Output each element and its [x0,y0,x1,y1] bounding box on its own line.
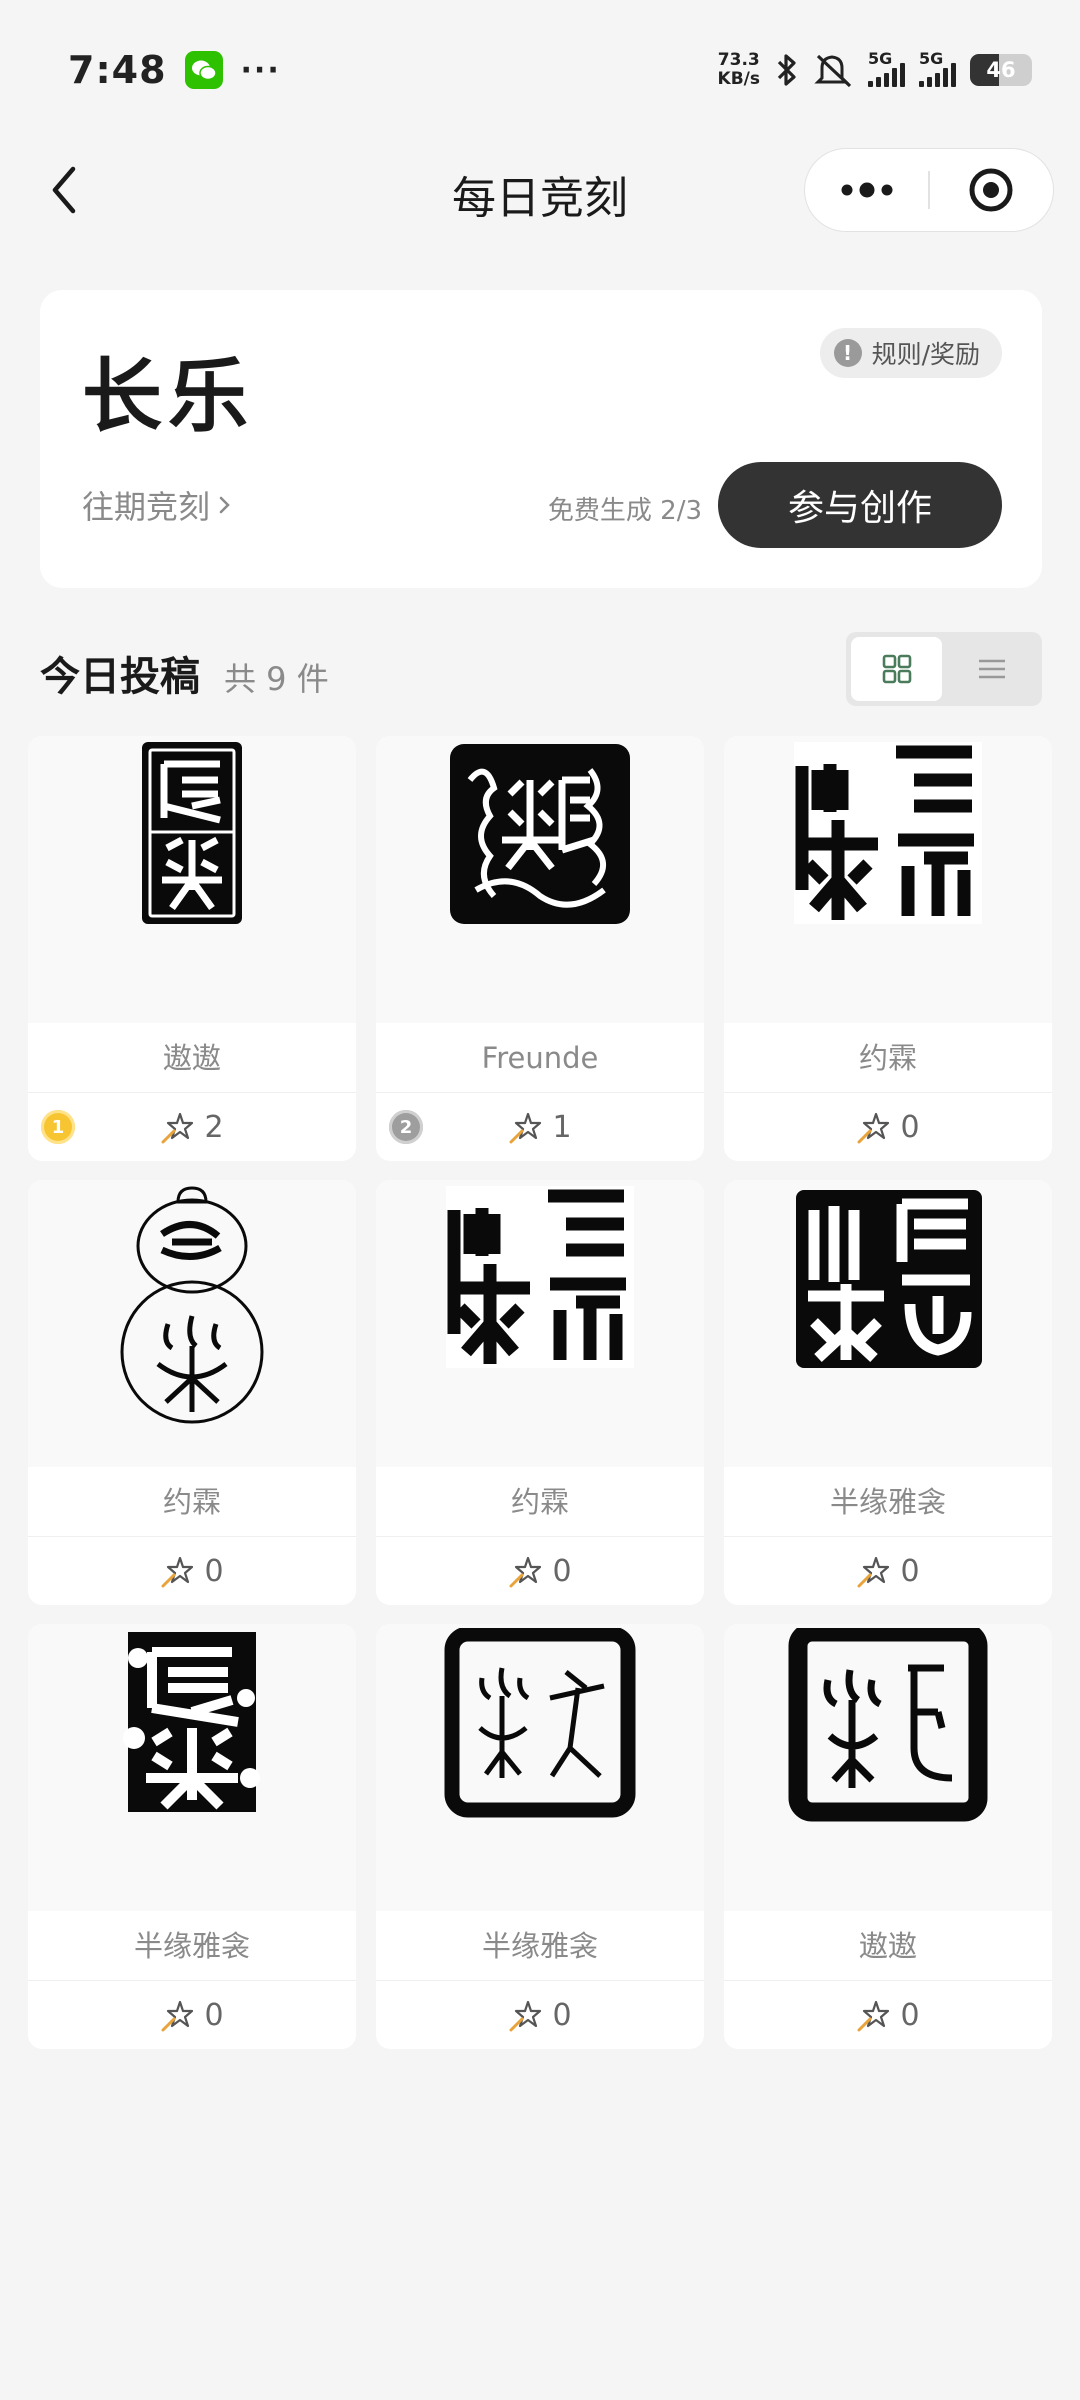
vote-button[interactable]: 0 [28,1982,356,2049]
target-icon [969,168,1013,212]
section-title: 今日投稿 [40,654,200,700]
author-name: 遨遨 [724,1911,1052,1981]
mute-icon [814,52,854,88]
more-dots-icon [841,182,893,198]
vote-count: 2 [204,1110,224,1145]
rules-rewards-button[interactable]: ! 规则/奖励 [819,328,1002,378]
more-notifications-icon: ··· [240,52,281,88]
status-bar: 7:48 ··· 73.3 KB/s 5G 5G 46 [0,0,1080,140]
carve-star-icon [857,2000,890,2031]
submission-card[interactable]: 遨遨 2 1 [28,736,356,1161]
info-icon: ! [833,339,862,367]
author-name: 遨遨 [28,1023,356,1093]
submission-card[interactable]: 约霖 0 [28,1180,356,1605]
battery-icon: 46 [970,54,1032,86]
view-mode-toggle [846,632,1042,706]
vote-count: 0 [204,1554,224,1589]
submission-card[interactable]: 约霖 0 [724,736,1052,1161]
carve-star-icon [509,1112,542,1143]
topic-title: 长乐 [82,350,254,443]
free-generation-count: 免费生成 2/3 [547,496,702,526]
seal-image[interactable] [724,1624,1052,1911]
signal-icon-sim1: 5G [868,49,905,87]
author-name: 约霖 [724,1023,1052,1093]
close-miniprogram-button[interactable] [930,148,1053,232]
author-name: 半缘雅衾 [724,1467,1052,1537]
participate-create-button[interactable]: 参与创作 [718,462,1002,548]
seal-image[interactable] [28,1180,356,1467]
vote-button[interactable]: 0 [724,1538,1052,1605]
chevron-right-icon [219,496,230,514]
carve-star-icon [509,1556,542,1587]
vote-button[interactable]: 0 [724,1982,1052,2049]
seal-image[interactable] [724,736,1052,1023]
vote-button[interactable]: 0 [376,1982,704,2049]
submission-card[interactable]: 约霖 0 [376,1180,704,1605]
vote-count: 0 [552,1554,572,1589]
past-contests-label: 往期竞刻 [82,488,211,526]
topic-card: 长乐 ! 规则/奖励 往期竞刻 免费生成 2/3 参与创作 [40,290,1042,588]
vote-button[interactable]: 2 [28,1094,356,1161]
vote-count: 0 [900,1554,920,1589]
carve-star-icon [161,1112,194,1143]
author-name: 约霖 [28,1467,356,1537]
carve-star-icon [857,1112,890,1143]
grid-icon [882,654,911,684]
submission-card[interactable]: 半缘雅衾 0 [376,1624,704,2049]
vote-count: 0 [552,1998,572,2033]
rules-rewards-label: 规则/奖励 [871,340,980,369]
vote-button[interactable]: 0 [376,1538,704,1605]
carve-star-icon [509,2000,542,2031]
vote-button[interactable]: 0 [724,1094,1052,1161]
wechat-icon [184,51,223,89]
miniprogram-capsule [804,148,1054,232]
seal-image[interactable] [28,1624,356,1911]
submission-count: 共 9 件 [224,660,329,698]
seal-image[interactable] [376,736,704,1023]
carve-star-icon [161,2000,194,2031]
signal-icon-sim2: 5G [919,49,956,87]
seal-image[interactable] [376,1624,704,1911]
vote-count: 0 [900,1110,920,1145]
list-icon [978,659,1005,679]
past-contests-link[interactable]: 往期竞刻 [82,482,232,528]
vote-count: 1 [552,1110,572,1145]
author-name: 约霖 [376,1467,704,1537]
seal-image[interactable] [724,1180,1052,1467]
submission-card[interactable]: 遨遨 0 [724,1624,1052,2049]
vote-button[interactable]: 0 [28,1538,356,1605]
vote-button[interactable]: 1 [376,1094,704,1161]
submission-card[interactable]: 半缘雅衾 0 [28,1624,356,2049]
seal-image[interactable] [376,1180,704,1467]
carve-star-icon [857,1556,890,1587]
status-time: 7:48 [68,48,167,92]
seal-image[interactable] [28,736,356,1023]
network-speed: 73.3 KB/s [717,50,760,89]
author-name: 半缘雅衾 [28,1911,356,1981]
author-name: Freunde [376,1023,704,1093]
nav-bar: 每日竞刻 [0,140,1080,240]
bluetooth-icon [774,52,800,88]
carve-star-icon [161,1556,194,1587]
submission-card[interactable]: Freunde 1 2 [376,736,704,1161]
rank-badge: 1 [41,1110,75,1144]
submission-card[interactable]: 半缘雅衾 0 [724,1180,1052,1605]
vote-count: 0 [900,1998,920,2033]
vote-count: 0 [204,1998,224,2033]
more-options-button[interactable] [805,148,928,232]
author-name: 半缘雅衾 [376,1911,704,1981]
list-view-button[interactable] [946,637,1037,701]
rank-badge: 2 [389,1110,423,1144]
grid-view-button[interactable] [851,637,942,701]
